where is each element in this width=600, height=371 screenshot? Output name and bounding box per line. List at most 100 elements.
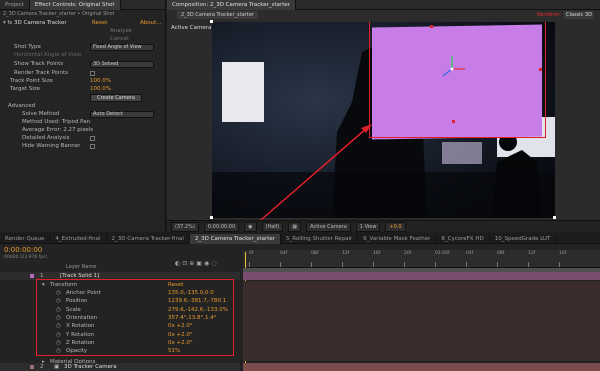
tab-project[interactable]: Project: [0, 0, 30, 10]
tab-comp-4[interactable]: 4_Extruded-final: [50, 234, 106, 244]
timecode-display[interactable]: 0:00:00:00: [204, 222, 239, 232]
tab-comp-8[interactable]: 8_CycoreFX HD: [436, 234, 489, 244]
stopwatch-icon[interactable]: ◷: [56, 347, 61, 355]
solve-method-select[interactable]: Auto Detect: [90, 111, 154, 118]
stopwatch-icon[interactable]: ◷: [56, 331, 61, 339]
ruler-tick-label: 12f: [342, 251, 349, 256]
effect-name: 3D Camera Tracker: [14, 20, 67, 26]
render-track-points-label: Render Track Points: [14, 70, 68, 77]
timeline-fps: 00000 (23.976 fps): [4, 255, 47, 260]
track-point-size-label: Track Point Size: [10, 78, 53, 85]
transform-property-row[interactable]: ◷Position1239.6,-381.7,-780.1: [0, 297, 240, 305]
layer-handle-tl[interactable]: [430, 25, 433, 28]
stopwatch-icon[interactable]: ◷: [56, 306, 61, 314]
effect-header[interactable]: ▾ fx 3D Camera Tracker: [3, 20, 67, 27]
hide-warning-checkbox[interactable]: [90, 144, 95, 149]
frame-handle-bl[interactable]: [210, 216, 213, 219]
tab-comp-10[interactable]: 10_SpeedGrade LUT: [490, 234, 557, 244]
tab-comp-5[interactable]: 5_Rolling Shutter Repair: [281, 234, 358, 244]
detailed-analysis-label: Detailed Analysis: [22, 135, 70, 142]
transform-property-row[interactable]: ◷ Opacity 51%: [0, 347, 240, 355]
analyze-button[interactable]: Analyze: [110, 28, 132, 35]
axis-gizmo-icon[interactable]: [437, 54, 467, 84]
stopwatch-icon[interactable]: ◷: [56, 289, 61, 297]
resolution-select[interactable]: (Half): [262, 222, 284, 232]
tab-composition[interactable]: Composition: 2_3D Camera Tracker_starter: [167, 0, 296, 10]
transform-reset-link[interactable]: Reset: [168, 281, 183, 289]
property-name: Orientation: [66, 314, 97, 322]
shot-type-select[interactable]: Fixed Angle of View: [90, 44, 154, 51]
ruler-tick-label: 16f: [559, 251, 566, 256]
transform-property-row[interactable]: ◷Y Rotation0x +2.0°: [0, 331, 240, 339]
show-track-points-select[interactable]: 3D Solved: [90, 61, 154, 68]
detailed-analysis-checkbox[interactable]: [90, 136, 95, 141]
transform-property-row[interactable]: ◷ Orientation 357.4°,13.8°,1.4°: [0, 314, 240, 322]
exposure-value[interactable]: +0.0: [385, 222, 405, 232]
ruler-tick-label: 20f: [404, 251, 411, 256]
property-value[interactable]: 279.6,-142.6,-133.0%: [168, 306, 228, 314]
property-value[interactable]: 357.4°,13.8°,1.4°: [168, 314, 217, 322]
frame-handle-br[interactable]: [553, 216, 556, 219]
property-value[interactable]: 51%: [168, 347, 180, 355]
camera-icon[interactable]: ◉: [244, 222, 256, 232]
frame-handle-tl[interactable]: [210, 20, 213, 23]
tab-comp-2-starter[interactable]: 2_3D Camera Tracker_starter: [190, 234, 281, 244]
property-name: Opacity: [66, 347, 87, 355]
disclosure-icon: ▾: [42, 281, 45, 289]
viewer-label-text: Active Camera: [171, 25, 211, 31]
timeline-timecode[interactable]: 0:00:00:00: [4, 246, 42, 254]
tab-render-queue[interactable]: Render Queue: [0, 234, 50, 244]
tab-effect-controls[interactable]: Effect Controls: Original Shot: [30, 0, 121, 10]
effect-reset-link[interactable]: Reset: [92, 20, 107, 27]
comp-subtab[interactable]: 2_3D Camera Tracker_starter: [177, 11, 258, 19]
transform-property-row[interactable]: ◷X Rotation0x +2.0°: [0, 322, 240, 330]
tab-comp-2-final[interactable]: 2_3D Camera Tracker-final: [107, 234, 190, 244]
ruler-tick: [280, 262, 281, 267]
average-error-text: Average Error: 2.27 pixels: [22, 127, 93, 134]
layout-select[interactable]: 1 View: [356, 222, 381, 232]
time-ruler[interactable]: 0f04f08f12f16f20f01:00f04f08f12f16f: [243, 250, 600, 268]
ruler-tick: [559, 262, 560, 267]
renderer-label: Renderer:: [537, 12, 561, 18]
timeline-switch-icons: ◐⊡⊕▣◉◌: [175, 260, 218, 267]
property-value[interactable]: 0x +2.0°: [168, 322, 193, 330]
timeline-panel: Render Queue 4_Extruded-final 2_3D Camer…: [0, 234, 600, 370]
ruler-tick: [435, 262, 436, 267]
create-camera-button[interactable]: Create Camera: [90, 94, 142, 102]
target-size-value[interactable]: 100.0%: [90, 86, 111, 93]
track-point-size-value[interactable]: 100.0%: [90, 78, 111, 85]
transform-property-row[interactable]: ◷Anchor Point135.0,-135.0,0.0: [0, 289, 240, 297]
transform-property-row[interactable]: ◷ Z Rotation 0x +2.0°: [0, 339, 240, 347]
stopwatch-icon[interactable]: ◷: [56, 322, 61, 330]
fx-icon: fx: [8, 20, 13, 26]
property-value[interactable]: 135.0,-135.0,0.0: [168, 289, 214, 297]
property-value[interactable]: 0x +2.0°: [168, 331, 193, 339]
effect-about-link[interactable]: About...: [140, 20, 162, 27]
tab-comp-6[interactable]: 6_Variable Mask Feather: [358, 234, 436, 244]
property-value[interactable]: 1239.6,-381.7,-780.1: [168, 297, 226, 305]
ruler-tick: [373, 262, 374, 267]
transform-property-row[interactable]: ◷Scale279.6,-142.6,-133.0%: [0, 306, 240, 314]
comp-viewport[interactable]: Active Camera: [212, 22, 555, 218]
stopwatch-icon[interactable]: ◷: [56, 314, 61, 322]
render-track-points-checkbox[interactable]: [90, 71, 95, 76]
view-select[interactable]: Active Camera: [306, 222, 351, 232]
stopwatch-icon[interactable]: ◷: [56, 297, 61, 305]
grid-icon[interactable]: ▦: [288, 222, 301, 232]
layer-1-bar[interactable]: [243, 272, 600, 280]
cancel-button[interactable]: Cancel: [110, 36, 129, 43]
transform-group[interactable]: ▾ Transform Reset: [0, 281, 240, 289]
hfov-label: Horizontal Angle of View: [14, 52, 81, 59]
layer-handle-tr[interactable]: [539, 68, 542, 71]
zoom-select[interactable]: (37.2%): [171, 222, 199, 232]
stopwatch-icon[interactable]: ◷: [56, 339, 61, 347]
renderer-value[interactable]: Classic 3D: [564, 11, 594, 19]
layer-name-header: Layer Name: [66, 264, 96, 270]
ruler-tick-label: 12f: [528, 251, 535, 256]
left-tab-bar: Project Effect Controls: Original Shot: [0, 0, 165, 10]
effect-controls-breadcrumb: 2_3D Camera Tracker_starter • Original S…: [3, 11, 114, 17]
property-value[interactable]: 0x +2.0°: [168, 339, 193, 347]
property-name: Z Rotation: [66, 339, 95, 347]
layer-handle-bm[interactable]: [452, 120, 455, 123]
advanced-group[interactable]: Advanced: [8, 103, 35, 110]
